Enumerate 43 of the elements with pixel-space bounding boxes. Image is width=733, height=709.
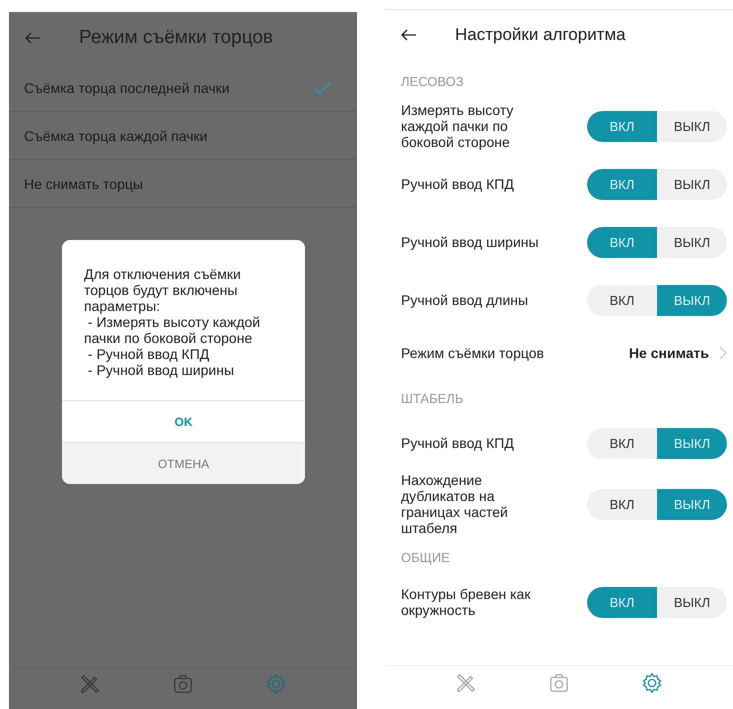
section-heading: ОБЩИЕ [400,549,451,567]
setting-label: Измерять высоту каждой пачки по боковой стороне [401,102,514,150]
pencil-ruler-icon [79,673,102,695]
camera-icon [548,672,570,694]
section-heading: ЛЕСОВОЗ [400,73,465,91]
tab-button[interactable] [172,673,194,695]
on-option[interactable]: ВКЛ [587,284,657,316]
camera-icon [172,673,194,695]
off-option[interactable]: ВЫКЛ [657,110,727,142]
on-off-toggle[interactable]: ВКЛ ВЫКЛ [587,488,727,520]
tab-button[interactable] [79,673,102,695]
setting-value[interactable]: Не снимать [628,345,709,361]
setting-label: Режим съёмки торцов [401,345,544,361]
settings-icon [640,672,663,694]
screen-title: Настройки алгоритма [455,25,626,45]
settings-icon [264,673,287,695]
section-heading: ШТАБЕЛЬ [400,390,464,408]
setting-label: Ручной ввод длины [401,292,530,308]
on-off-toggle[interactable]: ВКЛ ВЫКЛ [587,226,727,258]
on-option[interactable]: ВКЛ [587,428,657,458]
pencil-ruler-icon [455,672,478,694]
setting-label: Контуры бревен как окружность [401,586,532,618]
tab-button[interactable] [640,672,663,694]
on-option[interactable]: ВКЛ [587,488,657,520]
setting-label: Ручной ввод КПД [401,435,515,451]
back-arrow-icon[interactable] [401,29,417,41]
on-off-toggle[interactable]: ВКЛ ВЫКЛ [587,284,727,316]
dialog-message: Для отключения съёмки торцов будут включены параметры: - Измерять высоту каждой пачки по боковой стороне - Ручной ввод КПД - Ручной ввод ширины [83,265,262,380]
off-option[interactable]: ВЫКЛ [657,168,727,200]
setting-label: Ручной ввод ширины [401,234,540,250]
tab-button[interactable] [548,672,570,694]
on-off-toggle[interactable]: ВКЛ ВЫКЛ [587,586,727,618]
cancel-button[interactable]: ОТМЕНА [62,442,305,484]
setting-label: Ручной ввод КПД [401,176,515,192]
screen-title: Режим съёмки торцов [79,27,274,49]
chevron-right-icon[interactable] [719,346,727,360]
on-off-toggle[interactable]: ВКЛ ВЫКЛ [587,428,727,458]
tab-button[interactable] [455,672,478,694]
off-option[interactable]: ВЫКЛ [657,586,727,618]
off-option[interactable]: ВЫКЛ [657,226,727,258]
on-off-toggle[interactable]: ВКЛ ВЫКЛ [587,168,727,200]
on-off-toggle[interactable]: ВКЛ ВЫКЛ [587,110,727,142]
setting-label: Нахождение дубликатов на границах частей штабеля [401,472,509,536]
